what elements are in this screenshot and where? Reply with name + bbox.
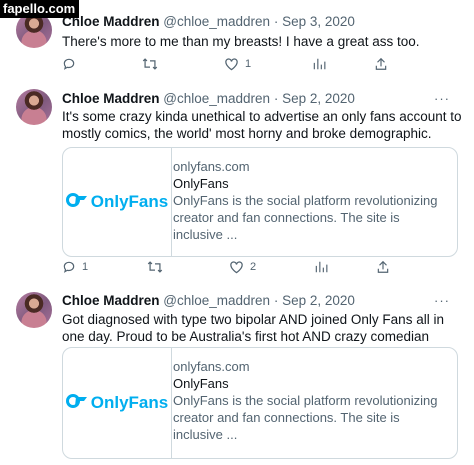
author-handle[interactable]: @chloe_maddren bbox=[163, 91, 270, 106]
share-icon bbox=[376, 260, 390, 274]
reply-icon bbox=[62, 260, 76, 274]
views-icon bbox=[312, 57, 326, 71]
tweet-date[interactable]: Sep 2, 2020 bbox=[282, 91, 355, 106]
tweet-date[interactable]: Sep 2, 2020 bbox=[282, 293, 355, 308]
retweet-icon bbox=[147, 260, 163, 274]
card-divider bbox=[171, 348, 172, 458]
reply-icon bbox=[62, 57, 76, 71]
tweet-header: Chloe Maddren @chloe_maddren · Sep 2, 20… bbox=[62, 293, 355, 308]
author-name[interactable]: Chloe Maddren bbox=[62, 293, 160, 308]
reply-button[interactable] bbox=[62, 57, 82, 71]
like-count: 1 bbox=[245, 58, 252, 70]
card-description: OnlyFans is the social platform revoluti… bbox=[173, 393, 438, 442]
onlyfans-logo: OnlyFans bbox=[65, 393, 169, 414]
views-button[interactable] bbox=[312, 57, 326, 71]
retweet-button[interactable] bbox=[147, 260, 169, 274]
tweet-header: Chloe Maddren @chloe_maddren · Sep 2, 20… bbox=[62, 91, 355, 106]
tweet-text: Got diagnosed with type two bipolar AND … bbox=[62, 312, 444, 344]
avatar[interactable] bbox=[16, 89, 52, 125]
card-info: onlyfans.com OnlyFans OnlyFans is the so… bbox=[173, 158, 447, 243]
onlyfans-logo-icon bbox=[65, 393, 88, 414]
avatar[interactable] bbox=[16, 292, 52, 328]
author-handle[interactable]: @chloe_maddren bbox=[163, 293, 270, 308]
author-name[interactable]: Chloe Maddren bbox=[62, 91, 160, 106]
tweet[interactable]: Chloe Maddren @chloe_maddren · Sep 2, 20… bbox=[0, 83, 474, 283]
reply-button[interactable]: 1 bbox=[62, 260, 88, 274]
tweet[interactable]: Chloe Maddren @chloe_maddren · Sep 2, 20… bbox=[0, 283, 474, 465]
views-button[interactable] bbox=[314, 260, 328, 274]
more-options-button[interactable]: ··· bbox=[434, 293, 450, 308]
separator: · bbox=[273, 293, 279, 308]
link-card[interactable]: OnlyFans onlyfans.com OnlyFans OnlyFans … bbox=[62, 347, 458, 459]
tweet-date[interactable]: Sep 3, 2020 bbox=[282, 14, 355, 29]
tweet-header: Chloe Maddren @chloe_maddren · Sep 3, 20… bbox=[62, 14, 355, 29]
tweet-text: There's more to me than my breasts! I ha… bbox=[62, 34, 420, 49]
like-button[interactable]: 2 bbox=[229, 260, 256, 274]
retweet-icon bbox=[142, 57, 158, 71]
tweet-actions: 1 bbox=[62, 57, 402, 75]
more-options-button[interactable]: ··· bbox=[434, 91, 450, 106]
onlyfans-logo-text: OnlyFans bbox=[90, 393, 169, 412]
card-domain: onlyfans.com bbox=[173, 359, 250, 374]
watermark: fapello.com bbox=[0, 0, 80, 18]
tweet-text: It's some crazy kinda unethical to adver… bbox=[62, 109, 462, 141]
views-icon bbox=[314, 260, 328, 274]
share-button[interactable] bbox=[374, 57, 388, 71]
like-icon bbox=[229, 260, 244, 274]
share-icon bbox=[374, 57, 388, 71]
onlyfans-logo: OnlyFans bbox=[65, 192, 169, 213]
link-card[interactable]: OnlyFans onlyfans.com OnlyFans OnlyFans … bbox=[62, 147, 458, 257]
reply-count: 1 bbox=[82, 261, 89, 273]
like-button[interactable]: 1 bbox=[224, 57, 251, 71]
onlyfans-logo-icon bbox=[65, 192, 88, 213]
like-icon bbox=[224, 57, 239, 71]
separator: · bbox=[273, 91, 279, 106]
card-info: onlyfans.com OnlyFans OnlyFans is the so… bbox=[173, 358, 447, 443]
author-handle[interactable]: @chloe_maddren bbox=[163, 14, 270, 29]
card-title: OnlyFans bbox=[173, 176, 229, 191]
retweet-button[interactable] bbox=[142, 57, 164, 71]
card-title: OnlyFans bbox=[173, 376, 229, 391]
card-description: OnlyFans is the social platform revoluti… bbox=[173, 193, 438, 242]
card-domain: onlyfans.com bbox=[173, 159, 250, 174]
like-count: 2 bbox=[250, 261, 257, 273]
share-button[interactable] bbox=[376, 260, 390, 274]
card-image: OnlyFans bbox=[63, 148, 171, 256]
card-image: OnlyFans bbox=[63, 348, 171, 458]
onlyfans-logo-text: OnlyFans bbox=[90, 192, 169, 211]
card-divider bbox=[171, 148, 172, 256]
separator: · bbox=[273, 14, 279, 29]
tweet-actions: 1 2 bbox=[62, 260, 402, 278]
